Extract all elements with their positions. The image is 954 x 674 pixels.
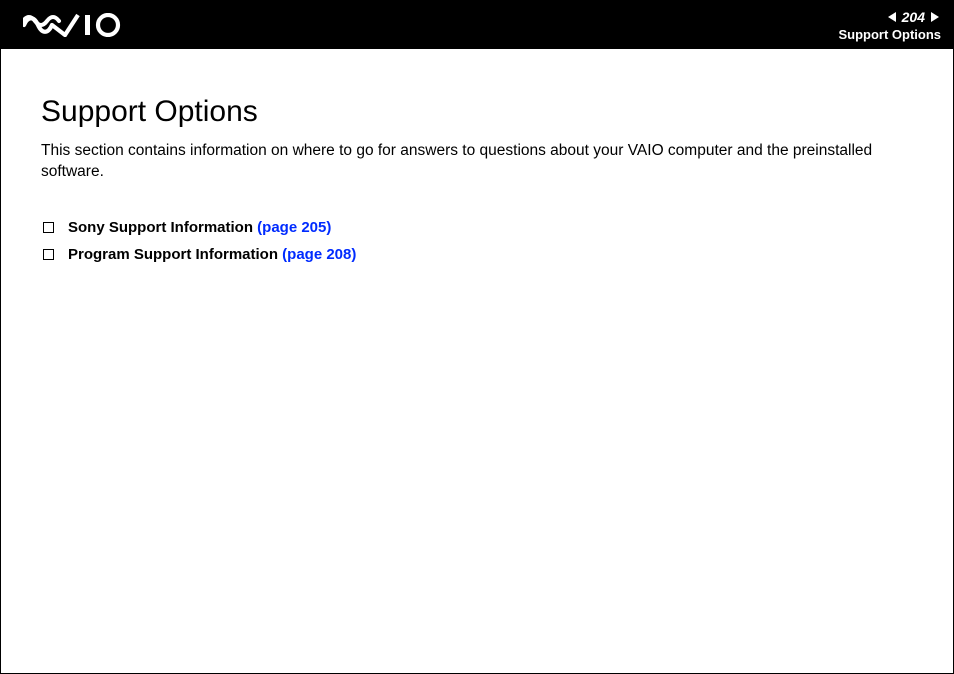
page-title: Support Options bbox=[41, 95, 913, 129]
list-item: Program Support Information (page 208) bbox=[43, 246, 913, 263]
square-bullet-icon bbox=[43, 222, 54, 233]
intro-text: This section contains information on whe… bbox=[41, 141, 913, 183]
page-link[interactable]: (page 205) bbox=[257, 219, 331, 236]
next-page-icon[interactable] bbox=[929, 11, 941, 23]
content-area: Support Options This section contains in… bbox=[1, 49, 953, 263]
vaio-logo bbox=[23, 13, 133, 37]
square-bullet-icon bbox=[43, 249, 54, 260]
page-link[interactable]: (page 208) bbox=[282, 246, 356, 263]
page-number: 204 bbox=[902, 9, 925, 27]
header-bar: 204 Support Options bbox=[1, 1, 953, 49]
header-right: 204 Support Options bbox=[838, 7, 941, 44]
item-text: Program Support Information bbox=[68, 246, 278, 263]
item-text: Sony Support Information bbox=[68, 219, 253, 236]
link-list: Sony Support Information (page 205) Prog… bbox=[41, 219, 913, 263]
list-item: Sony Support Information (page 205) bbox=[43, 219, 913, 236]
prev-page-icon[interactable] bbox=[886, 11, 898, 23]
vaio-logo-svg bbox=[23, 13, 133, 37]
header-section-label: Support Options bbox=[838, 27, 941, 43]
page-nav: 204 bbox=[886, 9, 941, 27]
